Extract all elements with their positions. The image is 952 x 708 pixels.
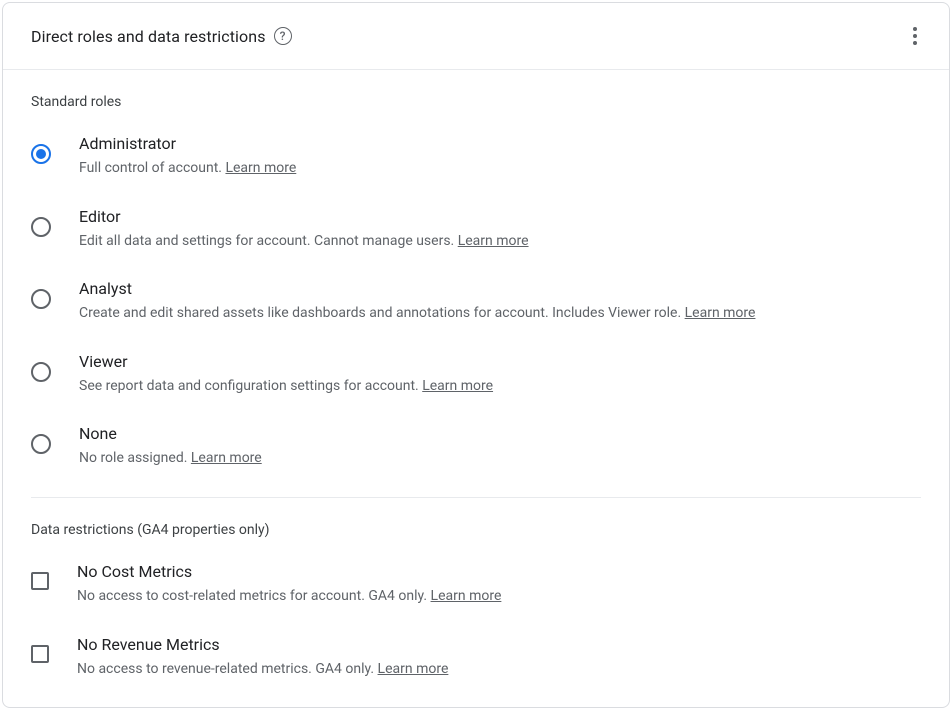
learn-more-link[interactable]: Learn more xyxy=(431,588,502,604)
restriction-text: No Revenue Metrics No access to revenue-… xyxy=(77,635,921,680)
role-desc-text: Create and edit shared assets like dashb… xyxy=(79,305,685,321)
card-header-left: Direct roles and data restrictions ? xyxy=(31,27,292,46)
role-desc: See report data and configuration settin… xyxy=(79,377,921,397)
role-name: Analyst xyxy=(79,279,921,298)
learn-more-link[interactable]: Learn more xyxy=(191,450,262,466)
restriction-item-no-revenue: No Revenue Metrics No access to revenue-… xyxy=(31,635,921,680)
checkbox-no-cost[interactable] xyxy=(31,572,49,590)
role-name: None xyxy=(79,424,921,443)
learn-more-link[interactable]: Learn more xyxy=(225,160,296,176)
role-desc-text: Full control of account. xyxy=(79,160,225,176)
card-title: Direct roles and data restrictions xyxy=(31,27,266,46)
more-vert-icon[interactable] xyxy=(905,19,925,53)
role-item-analyst: Analyst Create and edit shared assets li… xyxy=(31,279,921,324)
restriction-name: No Revenue Metrics xyxy=(77,635,921,654)
radio-none[interactable] xyxy=(31,434,51,454)
role-name: Viewer xyxy=(79,352,921,371)
standard-roles-heading: Standard roles xyxy=(31,94,921,110)
radio-editor[interactable] xyxy=(31,217,51,237)
checkbox-no-revenue[interactable] xyxy=(31,645,49,663)
roles-card: Direct roles and data restrictions ? Sta… xyxy=(2,2,950,708)
role-desc: Full control of account. Learn more xyxy=(79,159,921,179)
learn-more-link[interactable]: Learn more xyxy=(458,233,529,249)
help-icon[interactable]: ? xyxy=(274,27,292,45)
restriction-text: No Cost Metrics No access to cost-relate… xyxy=(77,562,921,607)
role-item-none: None No role assigned. Learn more xyxy=(31,424,921,469)
restriction-desc: No access to revenue-related metrics. GA… xyxy=(77,660,921,680)
radio-analyst[interactable] xyxy=(31,289,51,309)
restriction-item-no-cost: No Cost Metrics No access to cost-relate… xyxy=(31,562,921,607)
role-desc: No role assigned. Learn more xyxy=(79,449,921,469)
role-text: Administrator Full control of account. L… xyxy=(79,134,921,179)
role-item-administrator: Administrator Full control of account. L… xyxy=(31,134,921,179)
radio-administrator[interactable] xyxy=(31,144,51,164)
role-item-editor: Editor Edit all data and settings for ac… xyxy=(31,207,921,252)
role-text: None No role assigned. Learn more xyxy=(79,424,921,469)
restriction-desc-text: No access to cost-related metrics for ac… xyxy=(77,588,431,604)
role-text: Editor Edit all data and settings for ac… xyxy=(79,207,921,252)
card-header: Direct roles and data restrictions ? xyxy=(3,3,949,70)
restriction-desc-text: No access to revenue-related metrics. GA… xyxy=(77,661,378,677)
role-name: Editor xyxy=(79,207,921,226)
role-item-viewer: Viewer See report data and configuration… xyxy=(31,352,921,397)
role-desc-text: No role assigned. xyxy=(79,450,191,466)
radio-viewer[interactable] xyxy=(31,362,51,382)
role-desc-text: Edit all data and settings for account. … xyxy=(79,233,458,249)
role-name: Administrator xyxy=(79,134,921,153)
card-body: Standard roles Administrator Full contro… xyxy=(3,70,949,707)
role-desc: Edit all data and settings for account. … xyxy=(79,232,921,252)
role-text: Analyst Create and edit shared assets li… xyxy=(79,279,921,324)
section-divider xyxy=(31,497,921,498)
data-restrictions-heading: Data restrictions (GA4 properties only) xyxy=(31,522,921,538)
role-desc-text: See report data and configuration settin… xyxy=(79,378,422,394)
learn-more-link[interactable]: Learn more xyxy=(685,305,756,321)
restriction-name: No Cost Metrics xyxy=(77,562,921,581)
learn-more-link[interactable]: Learn more xyxy=(422,378,493,394)
role-desc: Create and edit shared assets like dashb… xyxy=(79,304,921,324)
restriction-desc: No access to cost-related metrics for ac… xyxy=(77,587,921,607)
role-text: Viewer See report data and configuration… xyxy=(79,352,921,397)
learn-more-link[interactable]: Learn more xyxy=(378,661,449,677)
